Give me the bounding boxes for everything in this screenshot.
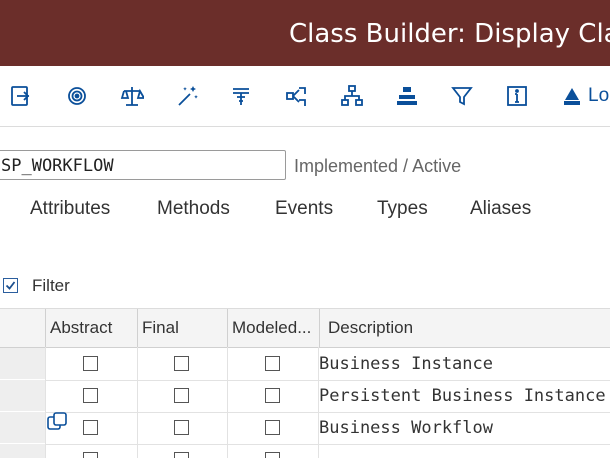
title-bar: Class Builder: Display Class [0, 0, 610, 66]
tab-events[interactable]: Events [275, 196, 333, 222]
tab-methods[interactable]: Methods [157, 196, 230, 222]
tab-attributes[interactable]: Attributes [30, 196, 110, 222]
info-icon[interactable] [505, 84, 529, 108]
hierarchy-icon[interactable] [340, 84, 364, 108]
table-row[interactable]: Business Instance [0, 348, 610, 381]
modeled-checkbox[interactable] [265, 388, 280, 403]
abstract-checkbox[interactable] [83, 388, 98, 403]
switch-mode-icon[interactable] [9, 84, 33, 108]
tab-types[interactable]: Types [377, 196, 428, 222]
table-header: Abstract Final Modeled... Description [0, 309, 610, 348]
other-object-icon[interactable] [65, 84, 89, 108]
row-selector[interactable] [0, 380, 45, 411]
class-status-text: Implemented / Active [294, 156, 462, 176]
table-row[interactable] [0, 444, 610, 458]
window-title: Class Builder: Display Class [289, 19, 610, 49]
row-description: Business Instance [319, 354, 493, 374]
drag-handle-icon[interactable] [45, 410, 69, 434]
modeled-checkbox[interactable] [265, 452, 280, 458]
attributes-table: Abstract Final Modeled... Description Bu… [0, 308, 610, 458]
where-used-icon[interactable] [230, 84, 254, 108]
abstract-checkbox[interactable] [83, 356, 98, 371]
tab-aliases[interactable]: Aliases [470, 196, 531, 222]
row-description: Business Workflow [319, 418, 493, 438]
class-name-field[interactable]: SP_WORKFLOW [0, 150, 286, 180]
column-header-modeled[interactable]: Modeled... [227, 309, 319, 347]
row-selector[interactable] [0, 444, 45, 458]
row-selector[interactable] [0, 348, 45, 379]
column-header-final[interactable]: Final [137, 309, 227, 347]
modeled-checkbox[interactable] [265, 356, 280, 371]
modeled-checkbox[interactable] [265, 420, 280, 435]
row-selector[interactable] [0, 412, 45, 443]
filter-icon[interactable] [450, 84, 474, 108]
column-header-abstract[interactable]: Abstract [45, 309, 137, 347]
column-header-description[interactable]: Description [319, 309, 610, 347]
abstract-checkbox[interactable] [83, 452, 98, 458]
final-checkbox[interactable] [174, 420, 189, 435]
local-types-icon[interactable] [560, 84, 584, 108]
application-toolbar: Lo [0, 66, 610, 127]
abstract-checkbox[interactable] [83, 420, 98, 435]
filter-label: Filter [32, 276, 70, 295]
final-checkbox[interactable] [174, 388, 189, 403]
filter-checkbox[interactable] [3, 278, 18, 293]
tab-strip: Attributes Methods Events Types Aliases [0, 194, 610, 230]
final-checkbox[interactable] [174, 356, 189, 371]
table-row[interactable]: Business Workflow [0, 412, 610, 445]
object-navigation-icon[interactable] [285, 84, 309, 108]
filter-row: Filter [0, 274, 200, 298]
display-object-list-icon[interactable] [395, 84, 419, 108]
activate-icon[interactable] [176, 84, 200, 108]
check-icon[interactable] [120, 84, 144, 108]
table-row[interactable]: Persistent Business Instance [0, 380, 610, 413]
toolbar-overflow-label[interactable]: Lo [588, 84, 609, 108]
row-description: Persistent Business Instance [319, 386, 606, 406]
final-checkbox[interactable] [174, 452, 189, 458]
